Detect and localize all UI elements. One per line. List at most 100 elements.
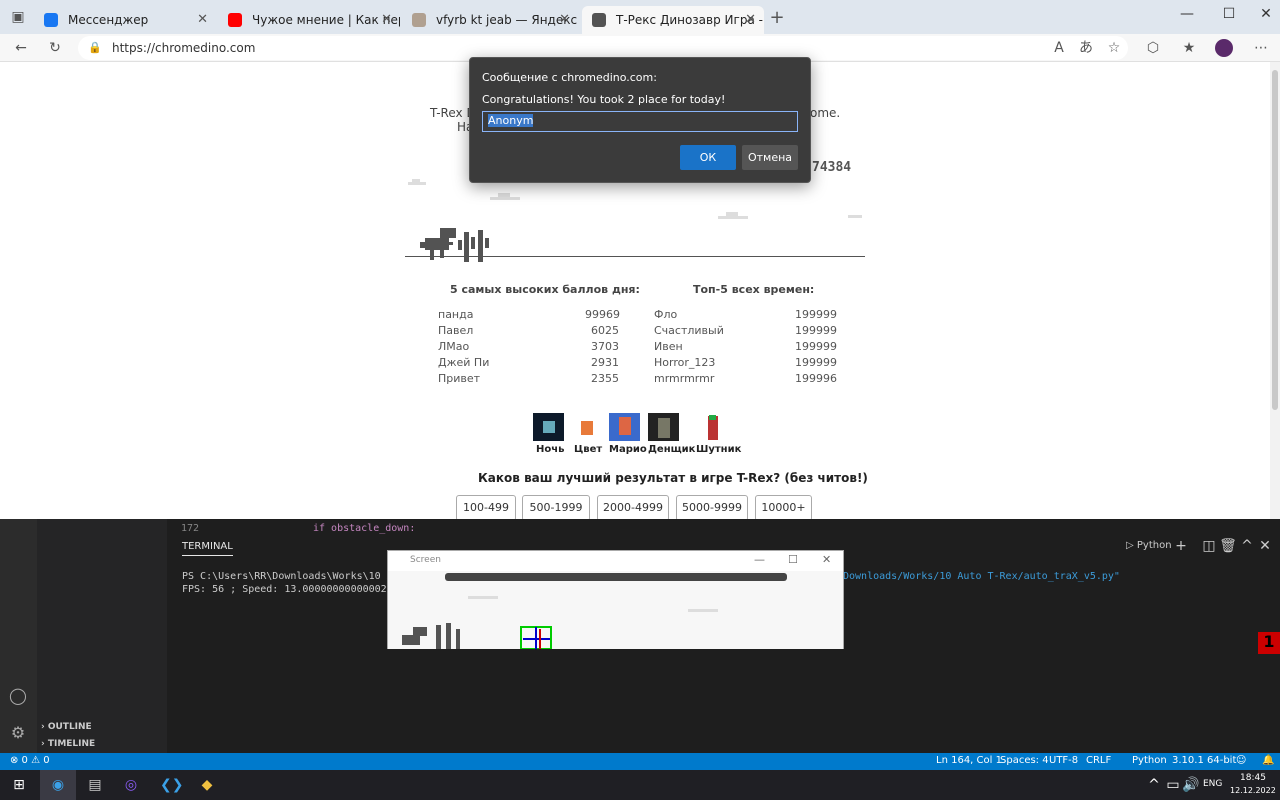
language-mode[interactable]: Python	[1132, 755, 1167, 766]
split-terminal-icon[interactable]: ◫	[1200, 537, 1218, 555]
outline-section[interactable]: › OUTLINE	[41, 722, 92, 732]
clock-time[interactable]: 18:45	[1240, 773, 1266, 783]
dialog-title: Сообщение с chromedino.com:	[482, 71, 657, 84]
ok-button[interactable]: ОК	[680, 145, 736, 170]
answer-button[interactable]: 500-1999	[522, 495, 590, 519]
notifications-icon[interactable]: 🔔	[1262, 755, 1274, 766]
close-panel-icon[interactable]: ✕	[1256, 537, 1274, 555]
discord-icon[interactable]: ◎	[122, 776, 140, 794]
poll-question: Каков ваш лучший результат в игре T-Rex?…	[478, 471, 868, 485]
volume-icon[interactable]: 🔊	[1182, 776, 1200, 794]
answer-button[interactable]: 2000-4999	[597, 495, 669, 519]
file-explorer-icon[interactable]: ▤	[86, 776, 104, 794]
close-icon[interactable]: ✕	[745, 12, 756, 27]
tab-title: vfyrb kt jeab — Яндекс: нашлось	[436, 13, 578, 27]
daily-name: Привет	[438, 372, 481, 385]
close-window-icon[interactable]: ✕	[1255, 6, 1277, 26]
answer-button[interactable]: 100-499	[456, 495, 516, 519]
tab-title: Мессенджер	[68, 13, 149, 27]
tab-actions-icon[interactable]: ▣	[9, 8, 27, 26]
close-icon[interactable]: ✕	[559, 12, 570, 27]
daily-name: ЛМао	[438, 340, 470, 353]
indentation[interactable]: Spaces: 4	[1000, 755, 1049, 766]
trash-icon[interactable]: 🗑	[1219, 537, 1237, 555]
tab-messenger[interactable]: Мессенджер ✕	[34, 6, 216, 34]
timeline-section[interactable]: › TIMELINE	[41, 739, 95, 749]
answer-button[interactable]: 5000-9999	[676, 495, 748, 519]
taskbar-edge[interactable]: ◉	[40, 770, 76, 800]
back-icon[interactable]: ←	[12, 39, 30, 57]
encoding[interactable]: UTF-8	[1049, 755, 1078, 766]
language-indicator[interactable]: ENG	[1203, 779, 1222, 789]
skin-mario-button[interactable]	[609, 413, 640, 441]
daily-top-title: 5 самых высоких баллов дня:	[450, 283, 640, 296]
tray-chevron-icon[interactable]: ^	[1145, 776, 1163, 794]
favorite-icon[interactable]: ☆	[1105, 39, 1123, 57]
alltime-name: Ивен	[654, 340, 683, 353]
refresh-icon[interactable]: ↻	[46, 39, 64, 57]
daily-score: 3703	[591, 340, 619, 353]
edge-icon: ◉	[51, 777, 65, 793]
maximize-icon[interactable]: ☐	[788, 553, 798, 566]
close-icon[interactable]: ✕	[822, 553, 831, 566]
read-aloud-icon[interactable]: A	[1050, 39, 1068, 57]
maximize-panel-icon[interactable]: ^	[1238, 537, 1256, 555]
close-icon[interactable]: ✕	[197, 12, 208, 27]
close-icon[interactable]: ✕	[381, 12, 392, 27]
windows-taskbar: ⊞ ◉ ▤ ◎ ❮❯ ◆ ^ ▭ 🔊 ENG 18:45 12.12.2022	[0, 770, 1280, 800]
skin-joker-button[interactable]	[698, 413, 729, 441]
score-overlay-badge: 1	[1258, 632, 1280, 654]
tab-yandex[interactable]: vfyrb kt jeab — Яндекс: нашлось ✕	[402, 6, 578, 34]
page-scrollbar[interactable]	[1270, 62, 1280, 519]
cursor-position[interactable]: Ln 164, Col 1	[936, 755, 1002, 766]
scrollbar-thumb[interactable]	[1272, 70, 1278, 410]
answer-button[interactable]: 10000+	[755, 495, 812, 519]
alltime-score: 199999	[795, 308, 837, 321]
minimize-icon[interactable]: —	[754, 553, 765, 566]
terminal-shell-selector[interactable]: ▷ Python	[1126, 540, 1172, 551]
screen-titlebar: Screen — ☐ ✕	[388, 551, 843, 571]
favorites-list-icon[interactable]: ★	[1180, 39, 1198, 57]
skin-label: Ночь	[536, 444, 565, 455]
line-ending[interactable]: CRLF	[1086, 755, 1111, 766]
extensions-icon[interactable]: ⬡	[1144, 39, 1162, 57]
game-canvas[interactable]	[400, 172, 870, 267]
feedback-icon[interactable]: ☺	[1236, 755, 1246, 766]
alltime-name: Счастливый	[654, 324, 724, 337]
alltime-name: Horror_123	[654, 356, 716, 369]
new-terminal-icon[interactable]: +	[1172, 537, 1190, 555]
new-tab-icon[interactable]: +	[768, 9, 786, 27]
skin-label: Марио	[609, 444, 647, 455]
yandex-icon	[412, 13, 426, 27]
cloud-icon	[848, 215, 862, 218]
translate-icon[interactable]: あ	[1077, 39, 1095, 57]
cancel-button[interactable]: Отмена	[742, 145, 798, 170]
skin-color-button[interactable]	[571, 413, 602, 441]
tab-youtube[interactable]: Чужое мнение | Как перестать ✕	[218, 6, 400, 34]
name-input[interactable]: Anonym	[482, 111, 798, 132]
skin-night-button[interactable]	[533, 413, 564, 441]
skin-orderly-button[interactable]	[648, 413, 679, 441]
minimize-icon[interactable]: —	[1176, 6, 1198, 26]
screen-title: Screen	[410, 555, 441, 565]
settings-gear-icon[interactable]: ⚙	[9, 724, 27, 742]
alltime-score: 199996	[795, 372, 837, 385]
problems-indicator[interactable]: ⊗ 0 ⚠ 0	[10, 755, 50, 766]
terminal-line: PS C:\Users\RR\Downloads\Works\10 Auto	[182, 571, 411, 582]
network-icon[interactable]: ▭	[1164, 776, 1182, 794]
browser-tab-bar: ▣ Мессенджер ✕ Чужое мнение | Как перест…	[0, 0, 1280, 34]
alltime-score: 199999	[795, 356, 837, 369]
vscode-icon[interactable]: ❮❯	[160, 776, 183, 794]
lock-icon: 🔒	[88, 41, 102, 54]
tab-chromedino[interactable]: Т-Рекс Динозавр Игра - Хром Д ✕	[582, 6, 764, 34]
clock-date[interactable]: 12.12.2022	[1230, 786, 1276, 795]
messenger-icon	[44, 13, 58, 27]
maximize-icon[interactable]: ☐	[1218, 6, 1240, 26]
avatar[interactable]	[1215, 39, 1233, 57]
more-icon[interactable]: ⋯	[1252, 39, 1270, 57]
interpreter-version[interactable]: 3.10.1 64-bit	[1172, 755, 1236, 766]
start-icon[interactable]: ⊞	[10, 776, 28, 794]
tab-terminal[interactable]: TERMINAL	[182, 541, 233, 556]
python-icon[interactable]: ◆	[198, 776, 216, 794]
account-icon[interactable]: ◯	[9, 687, 27, 705]
